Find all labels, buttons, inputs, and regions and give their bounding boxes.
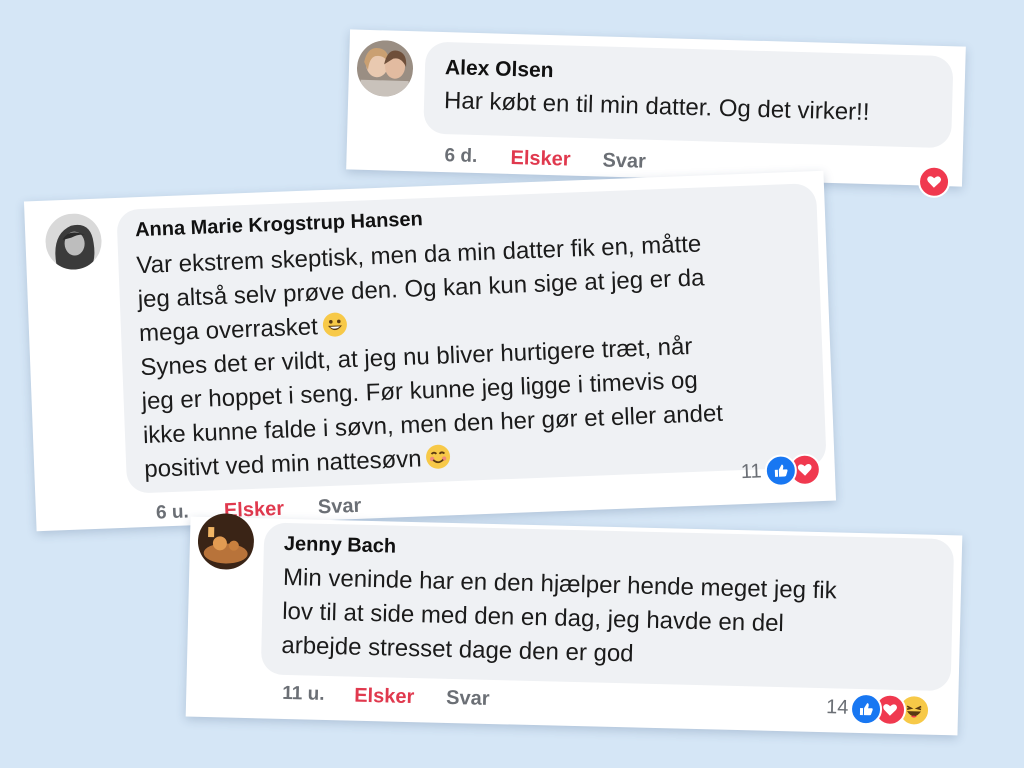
avatar[interactable]	[356, 39, 414, 98]
avatar[interactable]	[197, 512, 255, 571]
reply-button[interactable]: Svar	[446, 687, 490, 711]
comment-line: mega overrasket	[138, 313, 319, 348]
love-reaction-button[interactable]: Elsker	[354, 685, 415, 709]
comment-author[interactable]: Alex Olsen	[445, 56, 554, 83]
grinning-face-emoji-icon	[322, 312, 347, 337]
comment-author[interactable]: Jenny Bach	[284, 533, 397, 559]
smiling-face-emoji-icon	[426, 444, 451, 469]
reply-button[interactable]: Svar	[602, 150, 646, 174]
reply-button[interactable]: Svar	[317, 495, 361, 520]
comment-time[interactable]: 6 u.	[156, 501, 190, 524]
comment-text: Min veninde har en den hjælper hende meg…	[281, 561, 837, 676]
avatar[interactable]	[44, 212, 103, 271]
comment-card: Alex Olsen Har købt en til min datter. O…	[346, 29, 966, 199]
reaction-count[interactable]: 11	[740, 460, 762, 484]
comment-time[interactable]: 11 u.	[282, 683, 325, 706]
comment-card: Anna Marie Krogstrup Hansen Var ekstrem …	[23, 170, 837, 532]
love-reaction-button[interactable]: Elsker	[510, 147, 571, 172]
comment-text: Var ekstrem skeptisk, men da min datter …	[136, 227, 725, 487]
comment-line: positivt ved min nattesøvn	[143, 445, 423, 484]
comment-time[interactable]: 6 d.	[444, 145, 477, 168]
comment-card: Jenny Bach Min veninde har en den hjælpe…	[185, 512, 963, 736]
reaction-count[interactable]: 14	[826, 696, 849, 720]
reaction-summary[interactable]	[764, 453, 827, 488]
reaction-summary[interactable]	[917, 165, 953, 199]
like-icon	[764, 454, 798, 488]
reaction-summary[interactable]	[849, 692, 937, 727]
love-icon	[917, 165, 951, 199]
